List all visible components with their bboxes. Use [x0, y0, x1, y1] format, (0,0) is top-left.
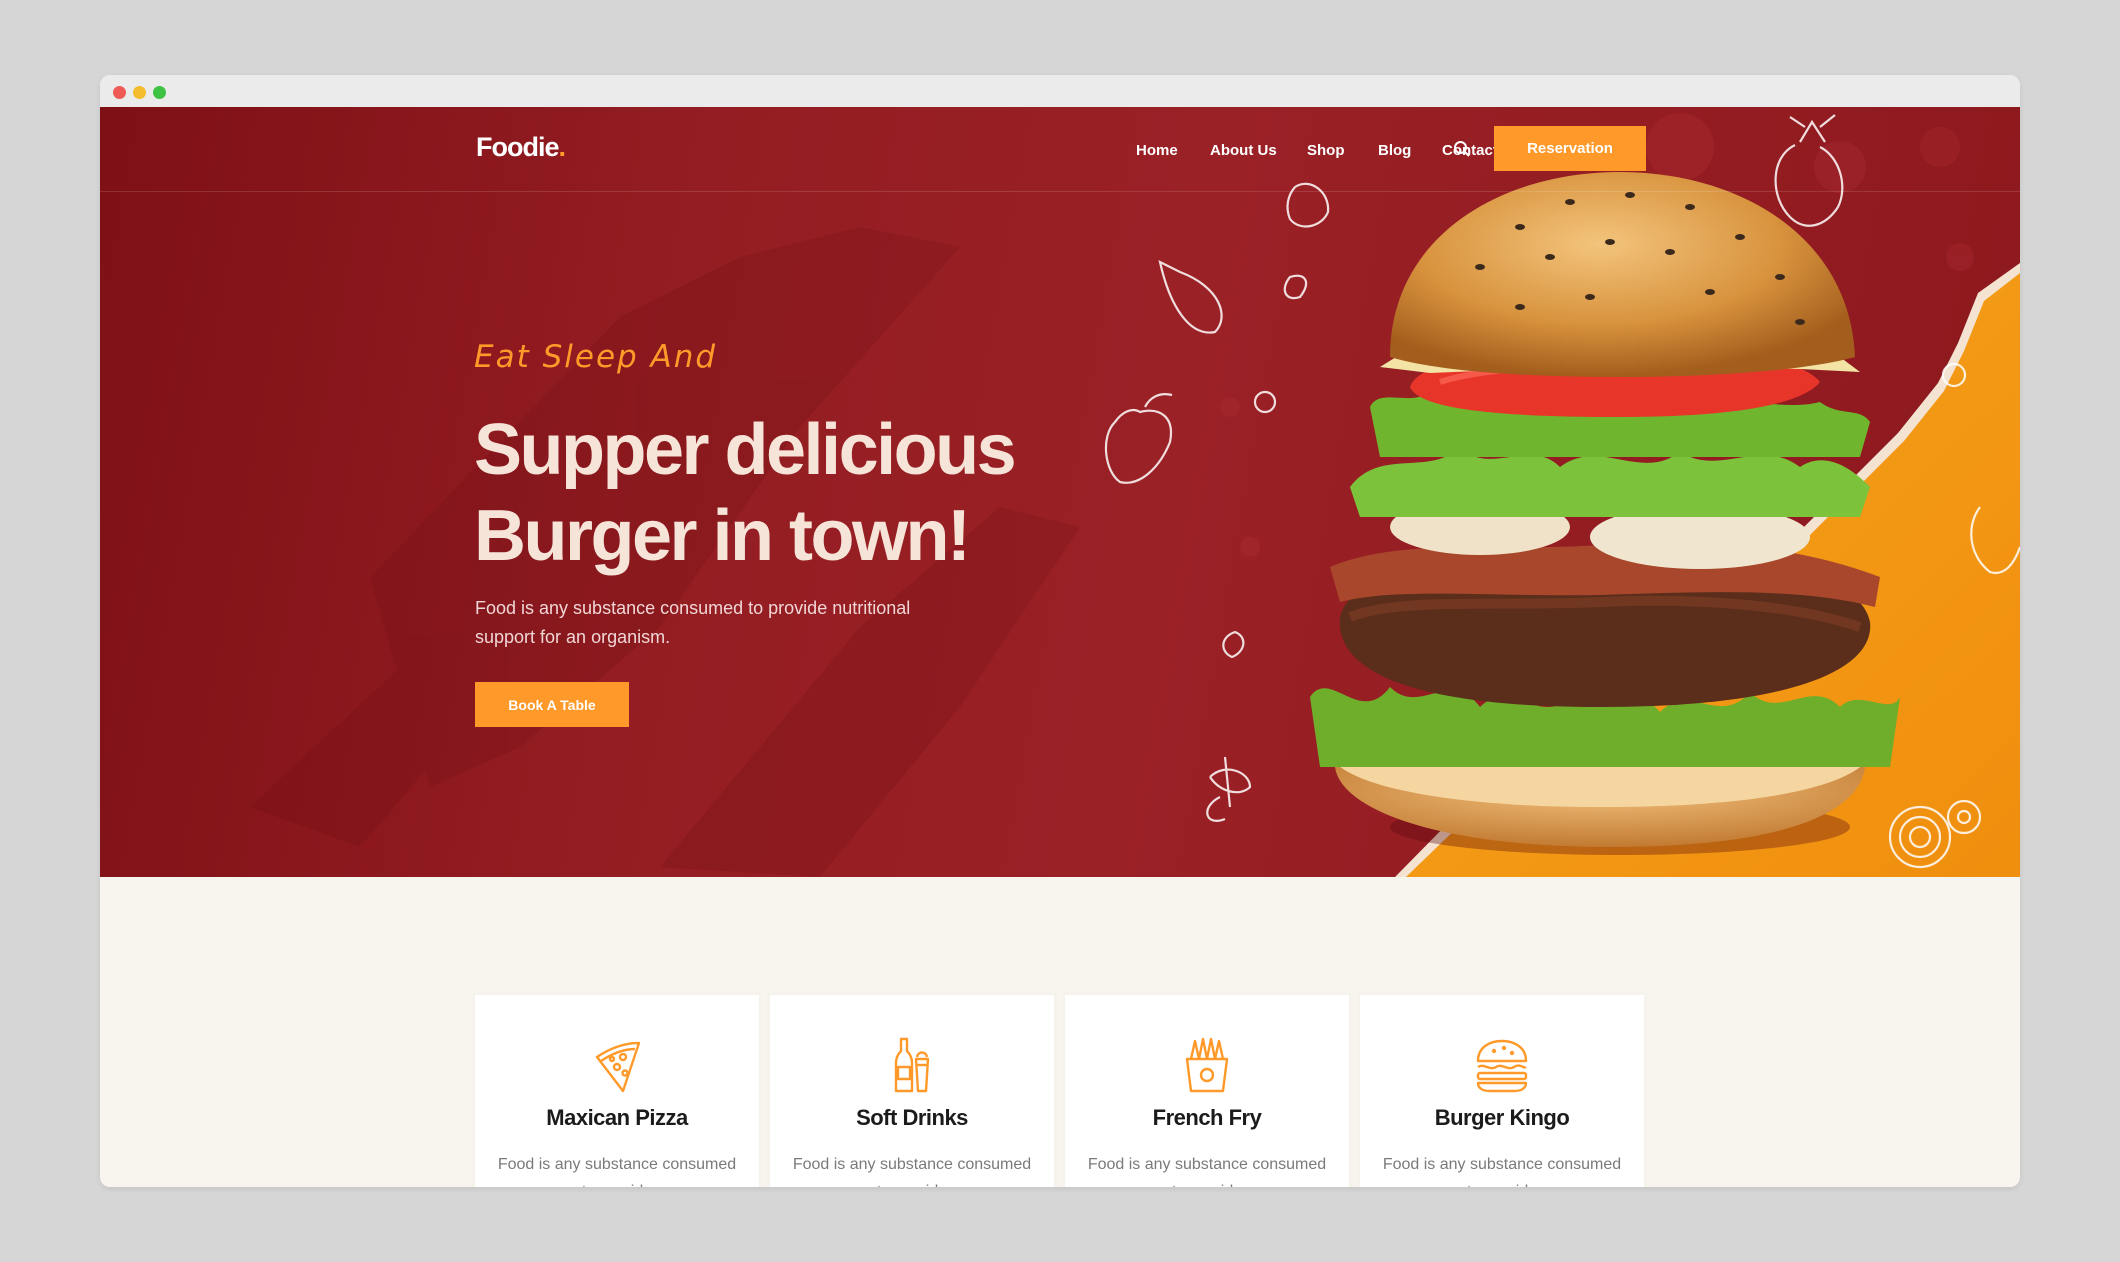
- drinks-icon: [894, 1037, 930, 1093]
- card-title: Burger Kingo: [1434, 1105, 1570, 1130]
- hero-tagline: Eat Sleep And: [474, 339, 718, 375]
- nav-item-home[interactable]: Home: [1136, 142, 1178, 159]
- fries-icon: [1185, 1037, 1229, 1093]
- close-window-button[interactable]: [113, 86, 126, 99]
- card-text: Food is any substance consumed to provid…: [497, 1156, 737, 1187]
- category-card-burger[interactable]: Burger Kingo Food is any substance consu…: [1360, 995, 1644, 1187]
- card-text: Food is any substance consumed to provid…: [1382, 1156, 1622, 1187]
- pizza-icon: [595, 1041, 641, 1093]
- burger-icon: [1476, 1039, 1528, 1093]
- nav-item-about-us[interactable]: About Us: [1210, 142, 1277, 159]
- reservation-button[interactable]: Reservation: [1494, 126, 1646, 171]
- card-text: Food is any substance consumed to provid…: [1087, 1156, 1327, 1187]
- search-icon[interactable]: [1453, 140, 1471, 158]
- burger-image: [1310, 172, 1900, 847]
- hero-headline-line-2: Burger in town!: [474, 496, 971, 576]
- card-title: French Fry: [1152, 1105, 1262, 1130]
- book-a-table-button[interactable]: Book A Table: [475, 682, 629, 727]
- nav-item-blog[interactable]: Blog: [1378, 142, 1411, 159]
- category-card-pizza[interactable]: Maxican Pizza Food is any substance cons…: [475, 995, 759, 1187]
- hero-description: Food is any substance consumed to provid…: [475, 598, 911, 647]
- site-logo[interactable]: Foodie.: [476, 132, 566, 163]
- hero-headline-line-1: Supper delicious: [474, 410, 1017, 490]
- category-card-drinks[interactable]: Soft Drinks Food is any substance consum…: [770, 995, 1054, 1187]
- hero-section: Foodie. Home About Us Shop Blog Contact …: [100, 107, 2020, 877]
- card-text: Food is any substance consumed to provid…: [792, 1156, 1032, 1187]
- window-titlebar: [100, 75, 2020, 107]
- card-title: Soft Drinks: [856, 1105, 968, 1130]
- nav-divider: [100, 191, 2020, 192]
- browser-window: Foodie. Home About Us Shop Blog Contact …: [100, 75, 2020, 1187]
- nav-item-shop[interactable]: Shop: [1307, 142, 1345, 159]
- minimize-window-button[interactable]: [133, 86, 146, 99]
- maximize-window-button[interactable]: [153, 86, 166, 99]
- card-title: Maxican Pizza: [546, 1105, 688, 1130]
- category-card-fries[interactable]: French Fry Food is any substance consume…: [1065, 995, 1349, 1187]
- hero-headline: Supper delicious Burger in town!: [474, 407, 1114, 579]
